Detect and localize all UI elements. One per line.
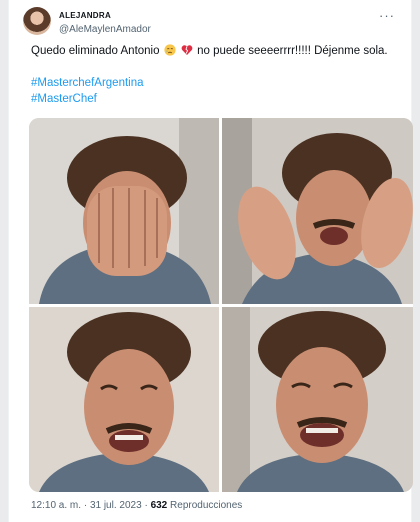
author-info[interactable]: ALEJANDRA @AleMaylenAmador bbox=[59, 9, 151, 37]
media-photo-crying-close[interactable] bbox=[222, 307, 413, 492]
media-photo-crying[interactable] bbox=[29, 307, 219, 492]
photo-illustration bbox=[222, 307, 413, 492]
media-photo-face-in-hands[interactable] bbox=[29, 118, 219, 304]
views-label: Reproducciones bbox=[170, 500, 243, 511]
tweet-footer: 12:10 a. m. · 31 jul. 2023 · 632 Reprodu… bbox=[31, 500, 242, 511]
tweet-text-start: Quedo eliminado Antonio bbox=[31, 45, 160, 57]
tweet-date[interactable]: 31 jul. 2023 bbox=[90, 500, 142, 511]
separator: · bbox=[144, 500, 148, 511]
user-handle[interactable]: @AleMaylenAmador bbox=[59, 23, 151, 37]
photo-illustration bbox=[29, 307, 219, 492]
tweet-text-line: Quedo eliminado Antonio no puede seeeerr… bbox=[31, 43, 411, 59]
tweet-text: Quedo eliminado Antonio no puede seeeerr… bbox=[31, 43, 411, 107]
media-photo-waving-hands[interactable] bbox=[222, 118, 413, 304]
views-count: 632 bbox=[150, 500, 168, 511]
broken-heart-emoji bbox=[181, 45, 193, 55]
separator: · bbox=[83, 500, 88, 511]
tweet-card: ALEJANDRA @AleMaylenAmador ··· Quedo eli… bbox=[8, 0, 413, 522]
photo-illustration bbox=[29, 118, 219, 304]
hashtag-link[interactable]: #MasterChef bbox=[31, 91, 411, 107]
photo-illustration bbox=[222, 118, 413, 304]
tweet-header: ALEJANDRA @AleMaylenAmador ··· bbox=[23, 6, 401, 40]
more-options-icon[interactable]: ··· bbox=[379, 8, 395, 23]
avatar[interactable] bbox=[23, 7, 51, 35]
tweet-media-grid[interactable] bbox=[29, 118, 413, 492]
tweet-time[interactable]: 12:10 a. m. bbox=[31, 500, 81, 511]
tweet-text-end: no puede seeeerrrr!!!!! Déjenme sola. bbox=[197, 45, 388, 57]
hashtag-link[interactable]: #MasterchefArgentina bbox=[31, 75, 411, 91]
display-name[interactable]: ALEJANDRA bbox=[59, 9, 151, 23]
crying-face-emoji bbox=[164, 44, 176, 56]
